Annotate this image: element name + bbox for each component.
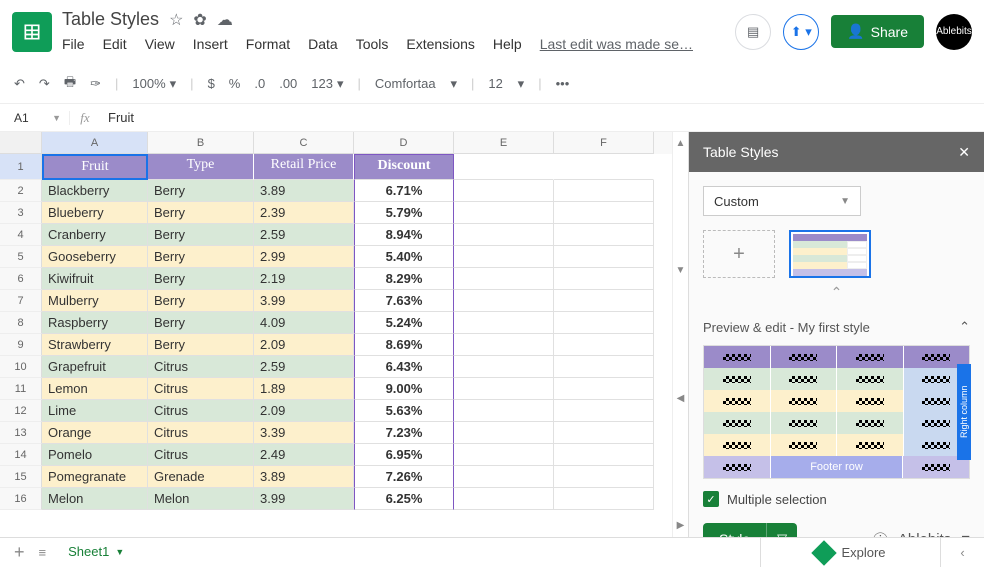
last-edit-link[interactable]: Last edit was made se… [540,36,693,52]
row-1[interactable]: 1 [0,154,42,180]
menu-file[interactable]: File [62,36,85,52]
preview-section-title: Preview & edit - My first style [703,320,870,335]
scroll-down-icon[interactable]: ▼ [676,265,686,276]
row-13[interactable]: 13 [0,422,42,444]
row-7[interactable]: 7 [0,290,42,312]
row-4[interactable]: 4 [0,224,42,246]
style-set-dropdown[interactable]: Custom▼ [703,186,861,216]
sheet-tab[interactable]: Sheet1 ▼ [60,540,132,565]
add-style-button[interactable]: + [703,230,775,278]
menu-help[interactable]: Help [493,36,522,52]
side-panel-toggle[interactable]: ‹ [940,538,984,567]
explore-button[interactable]: Explore [760,538,940,567]
spreadsheet-grid[interactable]: A B C D E F 1 Fruit Type Retail Price Di… [0,132,672,537]
row-9[interactable]: 9 [0,334,42,356]
ablebits-brand[interactable]: ⓘ Ablebits ≡ [873,529,970,538]
row-2[interactable]: 2 [0,180,42,202]
filter-icon[interactable]: ▽ [766,523,797,537]
menu-insert[interactable]: Insert [193,36,228,52]
row-10[interactable]: 10 [0,356,42,378]
style-preview[interactable]: Footer row Right column [703,345,970,479]
panel-title: Table Styles [703,144,778,160]
name-box[interactable]: A1▼ [0,111,70,125]
star-icon[interactable]: ☆ [169,10,183,30]
doc-title[interactable]: Table Styles [62,9,159,30]
percent-icon[interactable]: % [229,76,241,91]
account-avatar[interactable]: Ablebits [936,14,972,50]
row-11[interactable]: 11 [0,378,42,400]
sheets-logo[interactable] [12,12,52,52]
menu-view[interactable]: View [145,36,175,52]
explore-icon [812,540,837,565]
row-6[interactable]: 6 [0,268,42,290]
col-C[interactable]: C [254,132,354,154]
redo-icon[interactable]: ↷ [39,76,50,92]
all-sheets-icon[interactable]: ≡ [39,545,47,560]
font-select[interactable]: Comfortaa ▾ [375,76,457,92]
more-icon[interactable]: ••• [556,76,570,91]
formula-input[interactable]: Fruit [100,110,134,125]
row-14[interactable]: 14 [0,444,42,466]
right-column-label[interactable]: Right column [957,364,971,460]
style-thumbnail[interactable] [789,230,871,278]
col-D[interactable]: D [354,132,454,154]
dec-decrease-icon[interactable]: .0 [254,76,265,91]
undo-icon[interactable]: ↶ [14,76,25,92]
multiple-selection-checkbox[interactable]: ✓ Multiple selection [703,491,970,507]
footer-row-label[interactable]: Footer row [771,456,904,478]
toolbar: ↶ ↷ 🖶 ✑ | 100% ▾ | $ % .0 .00 123 ▾ | Co… [0,64,984,104]
row-12[interactable]: 12 [0,400,42,422]
currency-icon[interactable]: $ [208,76,215,91]
vertical-scrollbar[interactable]: ▲ ▼ ◀ ▶ [672,132,688,537]
scroll-left-icon[interactable]: ◀ [677,393,685,404]
zoom-select[interactable]: 100% ▾ [132,76,176,92]
present-icon[interactable]: ⬆ ▾ [783,14,819,50]
menu-data[interactable]: Data [308,36,338,52]
comments-icon[interactable]: ▤ [735,14,771,50]
dec-increase-icon[interactable]: .00 [279,76,297,91]
col-A[interactable]: A [42,132,148,154]
move-icon[interactable]: ✿ [193,10,206,30]
person-icon: 👤 [847,23,864,40]
menu-edit[interactable]: Edit [103,36,127,52]
row-8[interactable]: 8 [0,312,42,334]
add-sheet-icon[interactable]: + [14,542,25,563]
row-5[interactable]: 5 [0,246,42,268]
menu-bar: File Edit View Insert Format Data Tools … [62,32,735,56]
select-all-corner[interactable] [0,132,42,154]
col-F[interactable]: F [554,132,654,154]
table-styles-panel: Table Styles ✕ Custom▼ + ⌃ [688,132,984,537]
close-icon[interactable]: ✕ [958,144,970,161]
menu-format[interactable]: Format [246,36,290,52]
print-icon[interactable]: 🖶 [64,73,76,95]
row-16[interactable]: 16 [0,488,42,510]
number-format[interactable]: 123 ▾ [311,76,343,92]
scroll-right-icon[interactable]: ▶ [677,520,685,531]
scroll-up-icon[interactable]: ▲ [676,138,686,149]
fx-icon: fx [70,110,100,126]
row-15[interactable]: 15 [0,466,42,488]
share-button[interactable]: 👤Share [831,15,924,48]
checkmark-icon: ✓ [703,491,719,507]
collapse-icon[interactable]: ⌃ [703,284,970,301]
row-3[interactable]: 3 [0,202,42,224]
menu-icon[interactable]: ≡ [961,531,970,538]
col-B[interactable]: B [148,132,254,154]
chevron-up-icon[interactable]: ⌃ [959,319,970,335]
paint-format-icon[interactable]: ✑ [90,76,101,92]
cell-A1[interactable]: Fruit [42,154,148,180]
font-size[interactable]: 12 ▾ [488,76,524,92]
menu-tools[interactable]: Tools [356,36,389,52]
style-button[interactable]: Style [703,523,766,537]
col-E[interactable]: E [454,132,554,154]
help-icon[interactable]: ⓘ [873,529,888,538]
menu-extensions[interactable]: Extensions [406,36,474,52]
cloud-icon[interactable]: ☁ [217,10,233,30]
